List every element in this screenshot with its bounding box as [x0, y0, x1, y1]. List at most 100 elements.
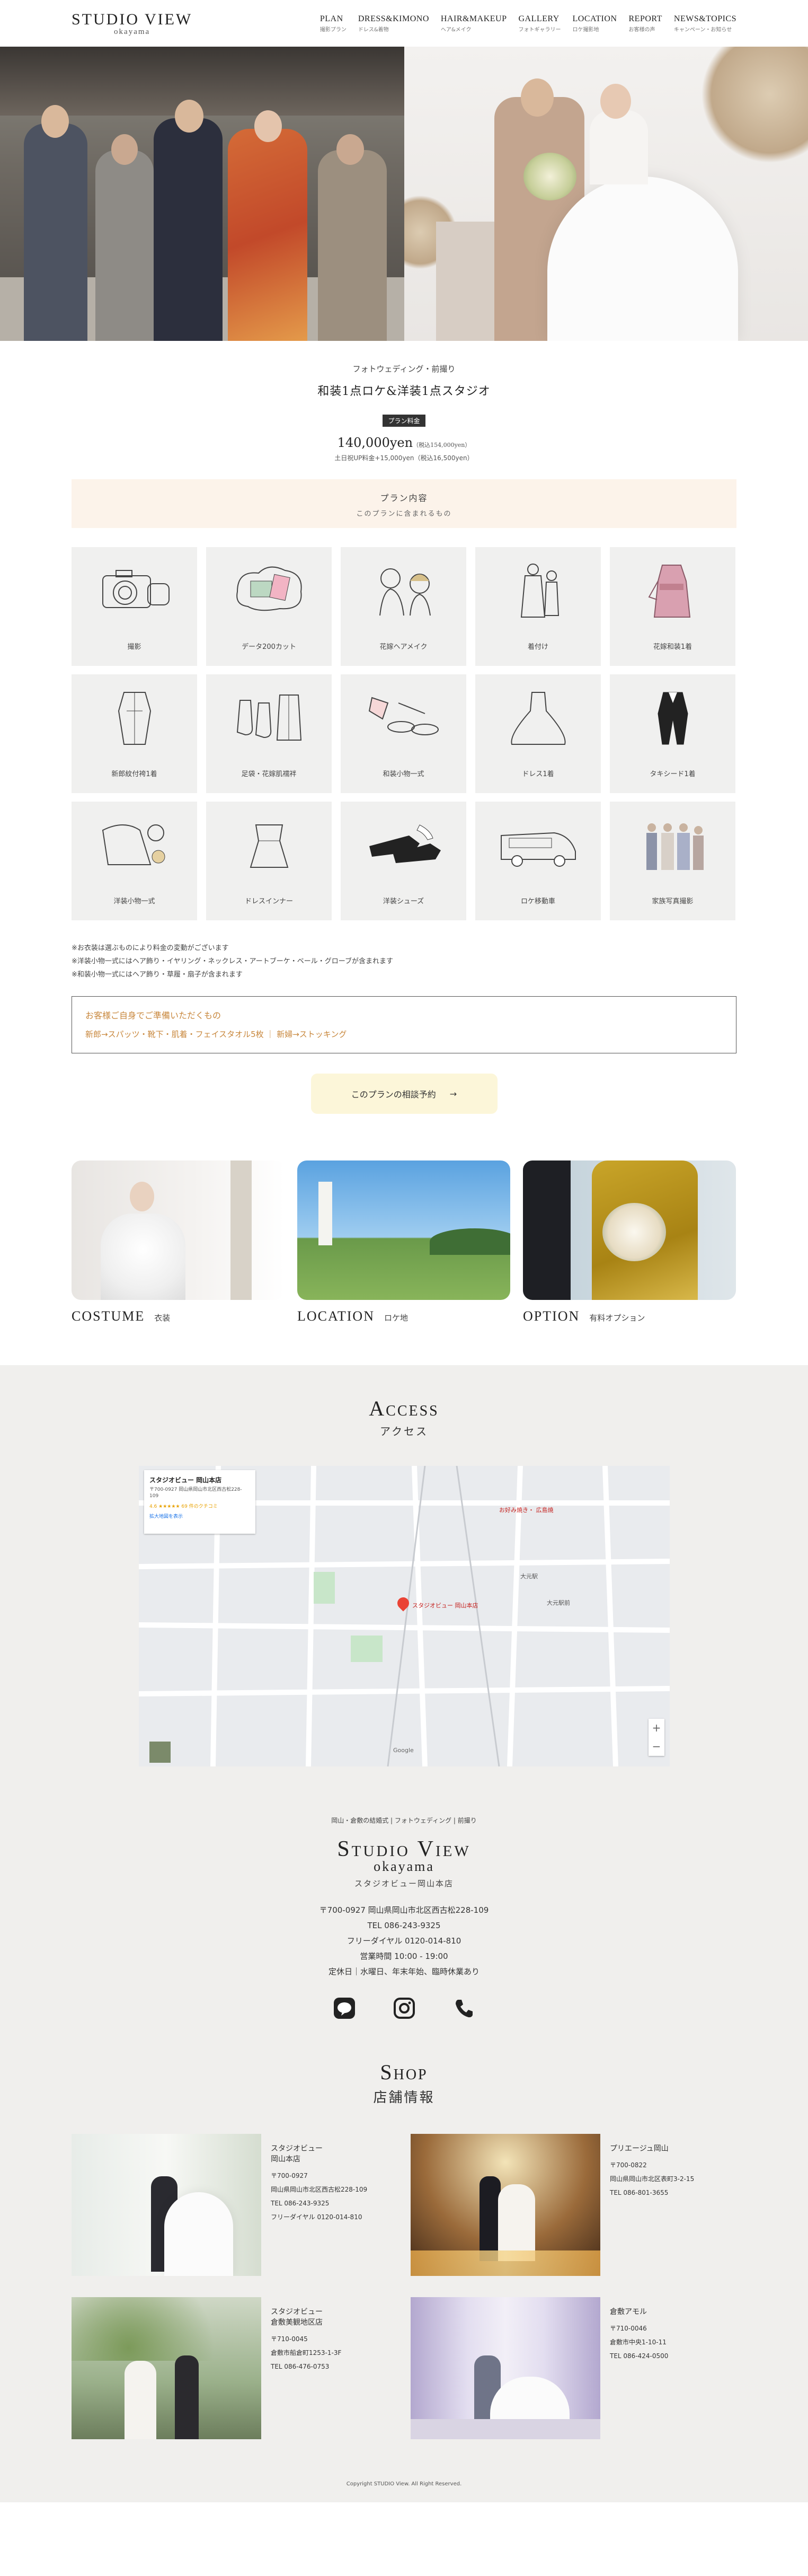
hill: [430, 1228, 510, 1255]
tile-label: ロケ移動車: [520, 898, 555, 905]
shop-photo: [72, 2134, 261, 2276]
dressing-icon: [520, 564, 559, 618]
line-icon[interactable]: [332, 1995, 357, 2021]
card-option[interactable]: OPTION 有料オプション: [523, 1160, 736, 1324]
nav-label: DRESS&KIMONO: [358, 14, 429, 23]
map-address: 〒700-0927 岡山県岡山市北区西古松228-109: [149, 1487, 242, 1499]
nav-sublabel: キャンペーン・お知らせ: [673, 27, 732, 33]
shrine-roof: [0, 47, 404, 116]
shop-tel: TEL 086-424-0500: [610, 2352, 669, 2360]
nav-gallery[interactable]: GALLERY フォトギャラリー: [519, 14, 561, 33]
bride-figure: [490, 2377, 570, 2419]
nav-report[interactable]: REPORT お客様の声: [629, 14, 662, 33]
map-info-card[interactable]: スタジオビュー 岡山本店 〒700-0927 岡山県岡山市北区西古松228-10…: [144, 1470, 255, 1534]
map-zoom-control[interactable]: + −: [649, 1719, 664, 1756]
instagram-icon[interactable]: [392, 1995, 417, 2021]
feather-dress: [101, 1214, 185, 1300]
contents-subtitle: このプランに含まれるもの: [356, 510, 452, 518]
google-map[interactable]: スタジオビュー 岡山本店 〒700-0927 岡山県岡山市北区西古松228-10…: [139, 1466, 670, 1766]
shop-item[interactable]: 倉敷アモル 〒710-0046 倉敷市中央1-10-11 TEL 086-424…: [411, 2297, 739, 2440]
shop-text: スタジオビュー 岡山本店 〒700-0927 岡山県岡山市北区西古松228-10…: [271, 2134, 367, 2277]
studio-tel: TEL 086-243-9325: [367, 1921, 441, 1930]
shop-name: プリエージュ岡山: [610, 2144, 669, 2153]
tabi-icon: [236, 694, 301, 741]
plan-item-kimono-accessories: 和装小物一式: [341, 674, 466, 793]
shop-zip: 〒710-0045: [271, 2335, 308, 2343]
groom-figure: [175, 2355, 199, 2439]
map-rating: 4.6 ★★★★★ 69 件のクチコミ: [149, 1504, 218, 1509]
plan-item-dress: ドレス1着: [475, 674, 601, 793]
access-title-ja: アクセス: [380, 1425, 428, 1438]
shop-text: スタジオビュー 倉敷美観地区店 〒710-0045 倉敷市船倉町1253-1-3…: [271, 2297, 341, 2440]
card-caption: OPTION 有料オプション: [523, 1308, 736, 1324]
note-line: ※洋装小物一式にはヘア飾り・イヤリング・ネックレス・アートブーケ・ベール・グロー…: [72, 957, 393, 965]
shop-item[interactable]: プリエージュ岡山 〒700-0822 岡山県岡山市北区表町3-2-15 TEL …: [411, 2134, 739, 2277]
dress-icon: [510, 692, 566, 745]
shop-photo: [72, 2297, 261, 2439]
location-photo: [297, 1160, 510, 1300]
card-caption: LOCATION ロケ地: [297, 1308, 510, 1324]
card-costume[interactable]: COSTUME 衣装: [72, 1160, 285, 1324]
nav-location[interactable]: LOCATION ロケ撮影地: [573, 14, 617, 33]
zoom-in-icon[interactable]: +: [649, 1719, 664, 1737]
zoom-out-icon[interactable]: −: [649, 1737, 664, 1756]
shop-address: 岡山県岡山市北区表町3-2-15: [610, 2175, 695, 2183]
plan-notes: ※お衣装は選ぶものにより料金の変動がございます ※洋装小物一式にはヘア飾り・イヤ…: [72, 942, 736, 981]
plan-item-tuxedo: タキシード1着: [610, 674, 735, 793]
shop-title-en: Shop: [380, 2060, 428, 2084]
shop-item[interactable]: スタジオビュー 岡山本店 〒700-0927 岡山県岡山市北区西古松228-10…: [72, 2134, 400, 2277]
card-location[interactable]: LOCATION ロケ地: [297, 1160, 510, 1324]
plan-item-dress-inner: ドレスインナー: [206, 802, 332, 920]
customer-prep-box: お客様ご自身でご準備いただくもの 新郎→スパッツ・靴下・肌着・フェイスタオル5枚…: [72, 996, 736, 1053]
tile-label: 家族写真撮影: [652, 898, 694, 905]
plan-header: フォトウェディング・前撮り 和装1点ロケ&洋装1点スタジオ プラン料金 140,…: [0, 341, 808, 462]
nav-plan[interactable]: PLAN 撮影プラン: [320, 14, 347, 33]
plan-item-groom-hakama: 新郎紋付袴1着: [72, 674, 197, 793]
card-subtitle: 衣装: [154, 1313, 171, 1323]
windmill: [318, 1182, 332, 1245]
family-photo-icon: [646, 823, 704, 870]
tile-label: 撮影: [127, 643, 141, 651]
studio-hours: 営業時間 10:00 - 19:00: [360, 1951, 448, 1961]
dress-inner-icon: [250, 824, 288, 868]
card-title: COSTUME: [72, 1308, 145, 1324]
plan-title: 和装1点ロケ&洋装1点スタジオ: [317, 385, 491, 398]
studio-logo: Studio View: [337, 1837, 471, 1861]
plan-item-van: ロケ移動車: [475, 802, 601, 920]
nav-dress-kimono[interactable]: DRESS&KIMONO ドレス&着物: [358, 14, 429, 33]
consultation-booking-button[interactable]: このプランの相談予約 →: [310, 1074, 498, 1114]
card-subtitle: ロケ地: [384, 1313, 409, 1323]
site-logo[interactable]: STUDIO VIEW okayama: [72, 11, 192, 37]
shop-item[interactable]: スタジオビュー 倉敷美観地区店 〒710-0045 倉敷市船倉町1253-1-3…: [72, 2297, 400, 2440]
shop-address: 岡山県岡山市北区西古松228-109: [271, 2186, 368, 2193]
nav-hair-makeup[interactable]: HAIR&MAKEUP ヘア&メイク: [441, 14, 507, 33]
camera-icon: [102, 570, 170, 608]
nav-label: LOCATION: [572, 14, 617, 23]
phone-icon[interactable]: [451, 1995, 477, 2021]
nav-news-topics[interactable]: NEWS&TOPICS キャンペーン・お知らせ: [674, 14, 736, 33]
person-father: [24, 124, 87, 341]
card-title: OPTION: [523, 1308, 580, 1324]
site-header: STUDIO VIEW okayama PLAN 撮影プラン DRESS&KIMO…: [0, 0, 808, 47]
nav-label: PLAN: [319, 14, 343, 23]
van-icon: [500, 832, 576, 867]
head: [41, 105, 69, 138]
price-tax: （税込154,000yen）: [413, 442, 471, 449]
studio-name-ja: スタジオビュー岡山本店: [354, 1879, 454, 1888]
note-line: ※和装小物一式にはヘア飾り・草履・扇子が含まれます: [72, 971, 243, 979]
shop-zip: 〒700-0822: [610, 2161, 647, 2169]
logo-main: STUDIO VIEW: [72, 10, 193, 28]
dried-flowers: [701, 47, 808, 163]
social-icons: [0, 1995, 808, 2021]
person-grandmother: [318, 150, 387, 341]
tile-label: 新郎紋付袴1着: [111, 770, 157, 778]
head: [111, 134, 138, 165]
model-black: [523, 1160, 571, 1300]
plan-item-tabi: 足袋・花嫁肌襦袢: [206, 674, 332, 793]
studio-contact: 〒700-0927 岡山県岡山市北区西古松228-109 TEL 086-243…: [0, 1903, 808, 1980]
map-enlarge-link[interactable]: 拡大地図を表示: [149, 1513, 250, 1519]
nav-sublabel: ドレス&着物: [358, 27, 389, 33]
head: [254, 110, 282, 142]
plan-kicker: フォトウェディング・前撮り: [352, 364, 456, 374]
prep-items: 新郎→スパッツ・靴下・肌着・フェイスタオル5枚 ｜ 新婦→ストッキング: [85, 1030, 347, 1039]
